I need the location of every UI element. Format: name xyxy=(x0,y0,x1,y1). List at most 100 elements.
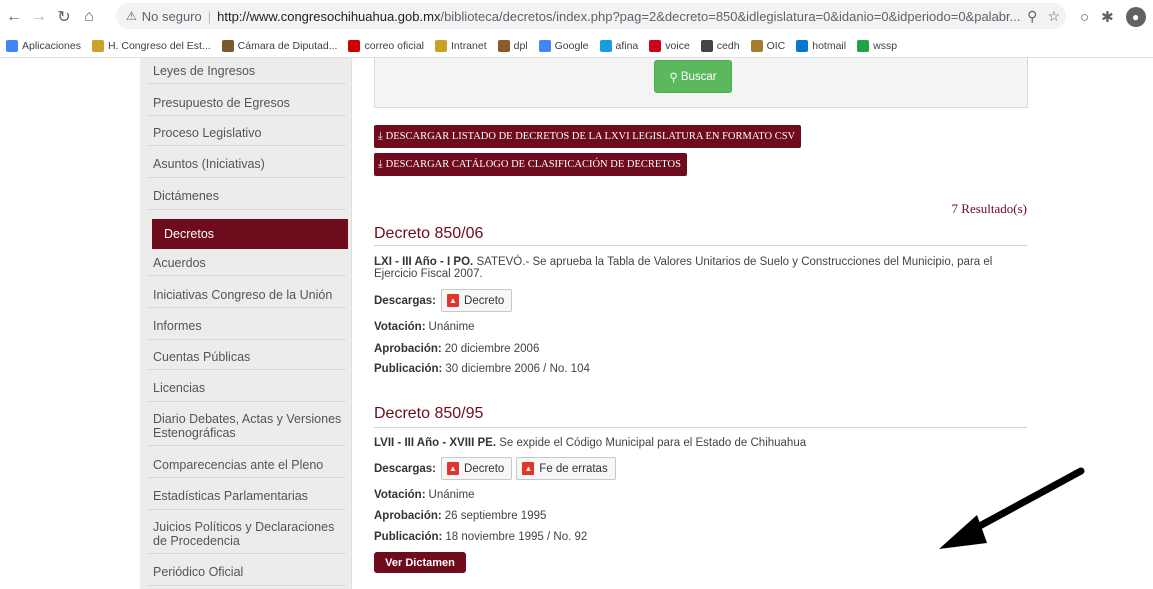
download-decreto-button[interactable]: ▲ Decreto xyxy=(441,457,513,480)
download-csv-button[interactable]: ⤓ DESCARGAR LISTADO DE DECRETOS DE LA LX… xyxy=(374,125,802,148)
votacion-label: Votación: xyxy=(374,321,426,333)
url-path: /biblioteca/decretos/index.php?pag=2&dec… xyxy=(440,8,1021,24)
bookmark-favicon-icon xyxy=(796,39,809,52)
address-divider: | xyxy=(207,8,212,24)
aprobacion-label: Aprobación: xyxy=(374,343,442,355)
reload-icon[interactable]: ↻ xyxy=(53,6,75,28)
sidebar-item-link[interactable]: Presupuesto de Egresos xyxy=(148,90,346,116)
bookmark-favicon-icon xyxy=(857,39,870,52)
bookmark-label: dpl xyxy=(513,39,528,52)
sidebar-item-link[interactable]: Cuentas Públicas xyxy=(148,344,346,370)
address-bar-actions: ⚲ ☆ xyxy=(1021,3,1060,29)
bookmark-item[interactable]: dpl xyxy=(497,39,528,52)
web-page: Leyes de Ingresos Presupuesto de Egresos P… xyxy=(0,58,1153,589)
puzzle-icon[interactable]: ✱ xyxy=(1101,8,1114,26)
forward-icon[interactable]: → xyxy=(28,6,50,28)
publicacion-label: Publicación: xyxy=(374,531,443,543)
ver-dictamen-button[interactable]: Ver Dictamen xyxy=(374,552,466,573)
aprobacion-value: 26 septiembre 1995 xyxy=(444,510,547,522)
sidebar-item-link[interactable]: Iniciativas Congreso de la Unión xyxy=(148,282,346,308)
decreto-description: LVII - III Año - XVIII PE. Se expide el … xyxy=(374,437,1034,449)
bookmark-item[interactable]: Aplicaciones xyxy=(6,39,81,52)
bookmark-favicon-icon xyxy=(497,39,510,52)
download-fe-de-erratas-label: Fe de erratas xyxy=(539,462,608,475)
bookmark-item[interactable]: correo oficial xyxy=(348,39,425,52)
download-catalog-button[interactable]: ⤓ DESCARGAR CATÁLOGO DE CLASIFICACIÓN DE… xyxy=(374,153,687,176)
bookmark-favicon-icon xyxy=(221,39,234,52)
profile-avatar-icon[interactable]: ● xyxy=(1125,7,1146,27)
extensions-area: ○ ✱ ● xyxy=(1080,4,1146,30)
download-decreto-button[interactable]: ▲ Decreto xyxy=(441,289,513,312)
sidebar-item-active[interactable]: Decretos xyxy=(152,219,348,249)
bookmark-label: wssp xyxy=(873,39,898,52)
zoom-icon[interactable]: ⚲ xyxy=(1027,8,1037,25)
bookmark-favicon-icon xyxy=(599,39,612,52)
bookmark-label: Google xyxy=(554,39,589,52)
votacion-value: Unánime xyxy=(428,321,475,333)
aprobacion-label: Aprobación: xyxy=(374,510,442,522)
pdf-icon: ▲ xyxy=(447,294,460,307)
sidebar-item-link[interactable]: Juicios Políticos y Declaraciones de Pro… xyxy=(148,514,346,554)
decreto-title: Decreto 850/95 xyxy=(374,405,484,422)
decreto-description: LXI - III Año - I PO. SATEVÓ.- Se aprueb… xyxy=(374,256,1034,280)
bookmark-favicon-icon xyxy=(649,39,662,52)
home-icon[interactable]: ⌂ xyxy=(78,6,100,28)
bookmark-item[interactable]: Cámara de Diputad... xyxy=(221,39,338,52)
votacion-label: Votación: xyxy=(374,489,426,501)
sidebar-item-link[interactable]: Estadísticas Parlamentarias xyxy=(148,482,346,510)
bookmark-item[interactable]: voice xyxy=(649,39,690,52)
star-icon[interactable]: ☆ xyxy=(1047,8,1060,25)
pdf-icon: ▲ xyxy=(522,462,535,475)
bookmark-item[interactable]: cedh xyxy=(700,39,740,52)
descargas-label: Descargas: xyxy=(374,294,437,307)
sidebar-item-link[interactable]: Comparecencias ante el Pleno xyxy=(148,452,346,478)
url-host: http://www.congresochihuahua.gob.mx xyxy=(217,8,441,24)
bookmark-favicon-icon xyxy=(348,39,361,52)
bookmark-label: correo oficial xyxy=(364,39,425,52)
apps-grid-icon xyxy=(6,39,18,52)
bookmark-item[interactable]: hotmail xyxy=(796,39,847,52)
bookmark-item[interactable]: Google xyxy=(538,39,589,52)
bookmark-label: hotmail xyxy=(812,39,847,52)
bookmark-label: Cámara de Diputad... xyxy=(237,39,338,52)
bookmark-item[interactable]: wssp xyxy=(857,39,898,52)
back-icon[interactable]: ← xyxy=(3,6,25,28)
extension-circle-icon[interactable]: ○ xyxy=(1080,9,1089,26)
sidebar-item-link[interactable]: Licencias xyxy=(148,374,346,402)
votacion-value: Unánime xyxy=(428,489,475,501)
download-icon: ⤓ xyxy=(378,130,383,142)
decreto-title: Decreto 850/06 xyxy=(374,225,484,242)
sidebar-item-link[interactable]: Dictámenes xyxy=(148,182,346,210)
warning-icon: ⚠ xyxy=(126,9,137,23)
bookmark-label: voice xyxy=(665,39,690,52)
download-catalog-label: DESCARGAR CATÁLOGO DE CLASIFICACIÓN DE D… xyxy=(385,159,681,170)
publicacion-row: Publicación: 30 diciembre 2006 / No. 104 xyxy=(374,363,590,375)
sidebar-item-link[interactable]: Leyes de Ingresos xyxy=(148,58,346,84)
bookmark-label: Intranet xyxy=(451,39,487,52)
bookmark-favicon-icon xyxy=(750,39,763,52)
sidebar-item-link[interactable]: Informes xyxy=(148,312,346,340)
bookmark-label: OIC xyxy=(766,39,786,52)
download-icon: ⤓ xyxy=(378,158,383,170)
pdf-icon: ▲ xyxy=(447,462,460,475)
publicacion-value: 18 noviembre 1995 / No. 92 xyxy=(445,531,588,543)
bookmark-item[interactable]: afina xyxy=(599,39,638,52)
download-fe-de-erratas-button[interactable]: ▲ Fe de erratas xyxy=(516,457,616,480)
sidebar-item-link[interactable]: Periódico Oficial xyxy=(148,558,346,586)
bookmark-label: Aplicaciones xyxy=(22,39,81,52)
publicacion-label: Publicación: xyxy=(374,363,443,375)
search-button[interactable]: ⚲ Buscar xyxy=(654,60,732,93)
descargas-label: Descargas: xyxy=(374,462,437,475)
sidebar-item-link[interactable]: Acuerdos xyxy=(148,250,346,276)
sidebar-item-link[interactable]: Asuntos (Iniciativas) xyxy=(148,150,346,178)
bookmark-favicon-icon xyxy=(435,39,448,52)
descargas-row: Descargas: ▲ Decreto xyxy=(374,289,514,312)
bookmark-item[interactable]: Intranet xyxy=(435,39,487,52)
sidebar-item-link[interactable]: Diario Debates, Actas y Versiones Esteno… xyxy=(148,406,346,446)
bookmark-item[interactable]: H. Congreso del Est... xyxy=(91,39,211,52)
decreto-description-text: Se expide el Código Municipal para el Es… xyxy=(499,437,807,449)
bookmark-item[interactable]: OIC xyxy=(750,39,786,52)
sidebar-item-link[interactable]: Proceso Legislativo xyxy=(148,120,346,146)
download-csv-label: DESCARGAR LISTADO DE DECRETOS DE LA LXVI… xyxy=(385,131,796,142)
address-bar[interactable]: ⚠ No seguro | http://www.congresochihuah… xyxy=(116,3,1066,29)
